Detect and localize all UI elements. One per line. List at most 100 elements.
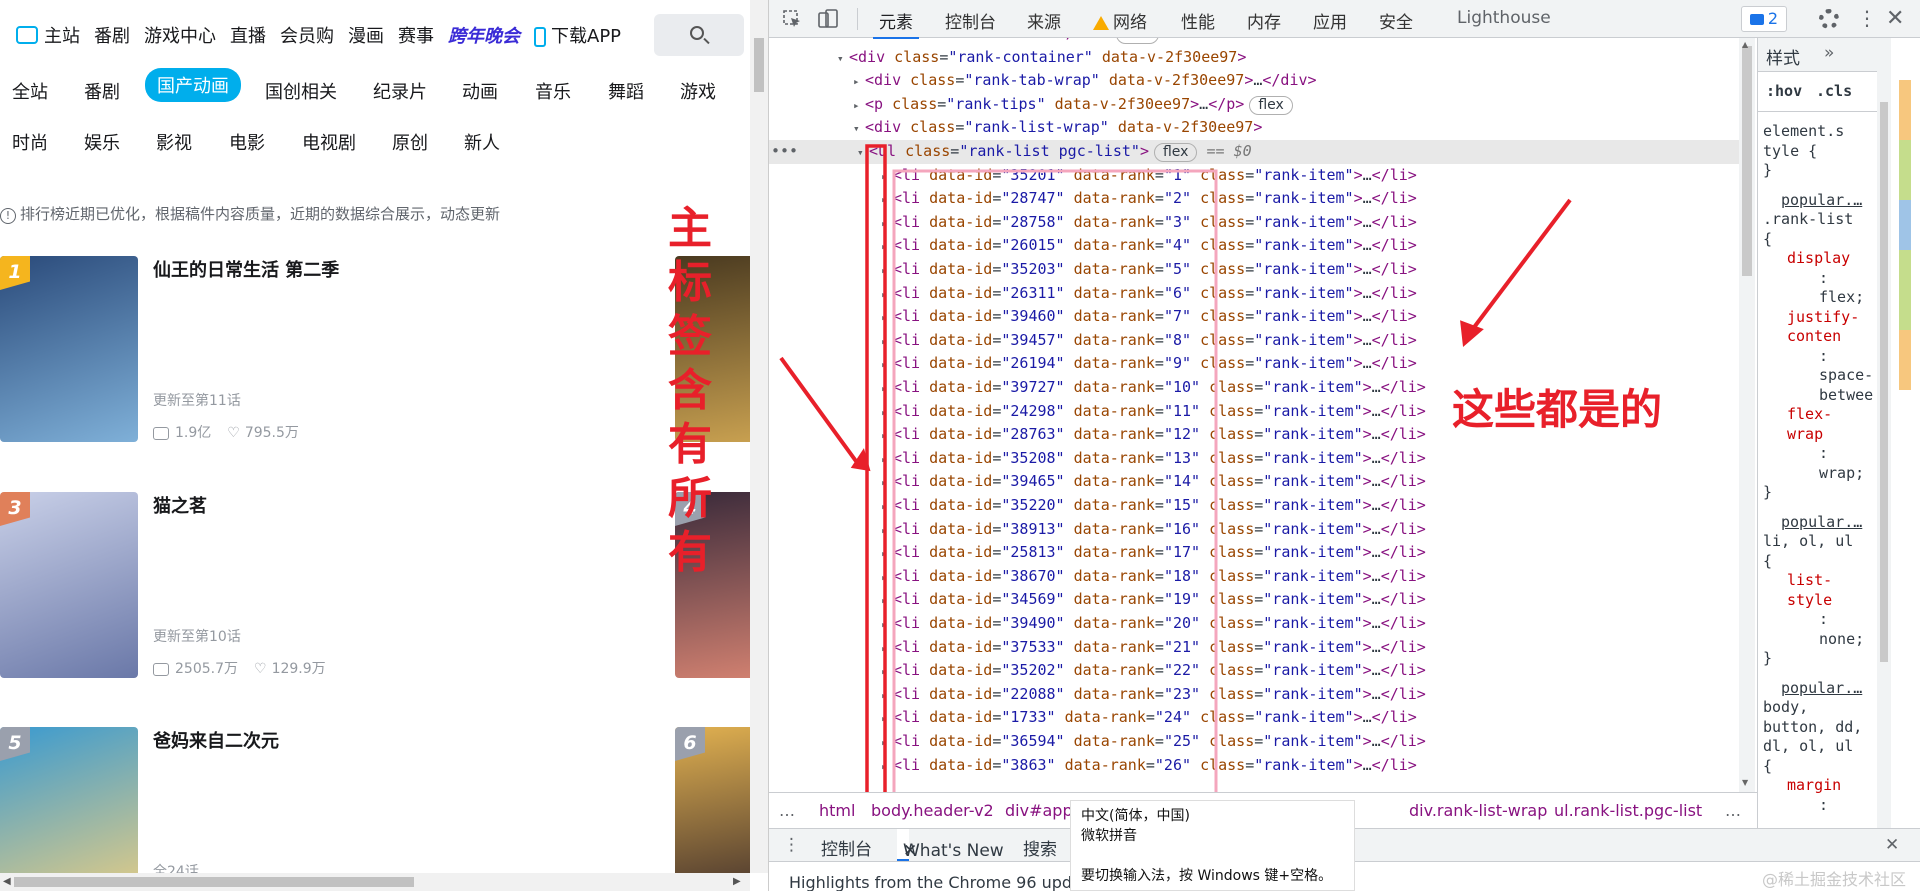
tab-memory[interactable]: 内存 xyxy=(1247,8,1281,33)
nav-live[interactable]: 直播 xyxy=(230,22,266,48)
dom-node[interactable]: ▸ <li data-id="26311" data-rank="6" class… xyxy=(769,282,1739,306)
dom-node[interactable]: ▸ <li data-id="39490" data-rank="20" clas… xyxy=(769,612,1739,636)
inspect-element-icon[interactable] xyxy=(781,8,803,30)
bilibili-tv-icon[interactable] xyxy=(16,26,38,44)
category-tab[interactable]: 全站 xyxy=(12,78,48,104)
expand-toggle-icon[interactable]: ▸ xyxy=(881,377,893,401)
breadcrumb-overflow[interactable]: … xyxy=(1725,801,1741,820)
dom-node[interactable]: ▸ <li data-id="1733" data-rank="24" class… xyxy=(769,706,1739,730)
dom-node[interactable]: ▸ <li data-id="36594" data-rank="25" clas… xyxy=(769,730,1739,754)
dom-node[interactable]: ▸ <li data-id="37533" data-rank="21" clas… xyxy=(769,636,1739,660)
nav-event-logo[interactable]: 跨年晚会 xyxy=(448,22,520,48)
rank-item[interactable]: 5 爸妈来自二次元 全24话 6 xyxy=(0,727,750,891)
expand-toggle-icon[interactable]: ▸ xyxy=(881,212,893,236)
style-line[interactable]: display xyxy=(1787,249,1850,268)
nav-home[interactable]: 主站 xyxy=(44,22,80,48)
rank-title[interactable]: 爸妈来自二次元 xyxy=(153,727,279,753)
dom-node[interactable]: ▾ <div class="rank-list-wrap" data-v-2f30… xyxy=(769,116,1739,140)
scroll-down-icon[interactable]: ▼ xyxy=(1742,778,1748,787)
tab-lighthouse[interactable]: Lighthouse xyxy=(1457,8,1551,28)
close-drawer-icon[interactable]: ✕ xyxy=(1885,835,1899,855)
style-line[interactable]: : xyxy=(1819,610,1828,629)
breadcrumb-item[interactable]: div.rank-list-wrap xyxy=(1409,801,1547,820)
style-line[interactable]: } xyxy=(1763,483,1772,502)
device-toolbar-icon[interactable] xyxy=(817,8,839,30)
expand-toggle-icon[interactable]: ▸ xyxy=(881,235,893,259)
category-tab[interactable]: 电视剧 xyxy=(302,129,356,155)
dom-node[interactable]: ▸ <li data-id="26194" data-rank="9" class… xyxy=(769,352,1739,376)
search-button[interactable] xyxy=(654,14,744,56)
style-line[interactable]: dl, ol, ul xyxy=(1763,737,1853,756)
style-line[interactable]: .rank-list xyxy=(1763,210,1853,229)
category-tab[interactable]: 番剧 xyxy=(84,78,120,104)
dom-node[interactable]: ▸ <li data-id="26015" data-rank="4" class… xyxy=(769,234,1739,258)
breadcrumb-item[interactable]: html xyxy=(819,801,855,820)
drawer-tab-whats-new[interactable]: What's New ✕ xyxy=(897,829,1004,861)
nav-bangumi[interactable]: 番剧 xyxy=(94,22,130,48)
drawer-tab-search[interactable]: 搜索 xyxy=(1023,835,1057,860)
expand-toggle-icon[interactable]: ▸ xyxy=(881,188,893,212)
nav-game-center[interactable]: 游戏中心 xyxy=(144,22,216,48)
category-tab[interactable]: 音乐 xyxy=(535,78,571,104)
style-line[interactable]: element.s xyxy=(1763,122,1844,141)
expand-toggle-icon[interactable]: ▸ xyxy=(881,707,893,731)
dom-node[interactable]: ▸ <li data-id="22088" data-rank="23" clas… xyxy=(769,683,1739,707)
category-tab[interactable]: 游戏 xyxy=(680,78,716,104)
style-line[interactable]: popular.… xyxy=(1781,679,1862,698)
expand-toggle-icon[interactable]: ▸ xyxy=(881,519,893,543)
dom-node-selected[interactable]: ••• ▾ <ul class="rank-list pgc-list"> flex … xyxy=(769,140,1739,164)
scroll-thumb[interactable] xyxy=(14,877,414,887)
style-line[interactable]: tyle { xyxy=(1763,142,1817,161)
tab-styles[interactable]: 样式 xyxy=(1766,44,1800,69)
expand-toggle-icon[interactable]: ▾ xyxy=(857,141,869,165)
style-line[interactable]: space- xyxy=(1819,366,1873,385)
more-tabs-icon[interactable]: » xyxy=(1824,43,1834,63)
style-line[interactable]: } xyxy=(1763,161,1772,180)
expand-toggle-icon[interactable]: ▸ xyxy=(881,165,893,189)
drawer-tab-console[interactable]: 控制台 xyxy=(821,835,872,860)
drawer-menu-icon[interactable]: ⋮ xyxy=(783,835,800,855)
expand-toggle-icon[interactable]: ▸ xyxy=(881,589,893,613)
scroll-thumb[interactable] xyxy=(1880,102,1888,662)
style-line[interactable]: : xyxy=(1819,347,1828,366)
cover-image[interactable]: 3 xyxy=(0,492,138,678)
style-line[interactable]: betwee xyxy=(1819,386,1873,405)
category-tab[interactable]: 时尚 xyxy=(12,129,48,155)
dom-node[interactable]: ▸ <li data-id="35201" data-rank="1" class… xyxy=(769,164,1739,188)
dom-node[interactable]: ▸ <li data-id="39465" data-rank="14" clas… xyxy=(769,470,1739,494)
style-line[interactable]: li, ol, ul xyxy=(1763,532,1853,551)
style-line[interactable]: none; xyxy=(1819,630,1864,649)
elements-scrollbar[interactable]: ▲ ▼ xyxy=(1739,38,1755,792)
hov-toggle[interactable]: :hov xyxy=(1766,82,1802,100)
dom-node[interactable]: ▾ <div class="rank-container" data-v-2f30… xyxy=(769,46,1739,70)
style-line[interactable]: { xyxy=(1763,757,1772,776)
close-icon[interactable]: ✕ xyxy=(1886,6,1904,31)
expand-toggle-icon[interactable]: ▸ xyxy=(881,566,893,590)
rank-item[interactable]: 1 仙王的日常生活 第二季 更新至第11话 1.9亿 ♡ 795.5万 xyxy=(0,256,750,442)
tab-security[interactable]: 安全 xyxy=(1379,8,1413,33)
dom-node[interactable]: ▸ <p class="rank-tips" data-v-2f30ee97>…<… xyxy=(769,93,1739,117)
style-line[interactable]: popular.… xyxy=(1781,191,1862,210)
breadcrumb-overflow[interactable]: … xyxy=(779,801,795,820)
rank-title[interactable]: 仙王的日常生活 第二季 xyxy=(153,256,339,282)
expand-toggle-icon[interactable]: ▸ xyxy=(881,401,893,425)
tab-sources[interactable]: 来源 xyxy=(1027,8,1061,33)
cover-image[interactable]: 6 xyxy=(675,727,750,891)
tab-elements[interactable]: 元素 xyxy=(873,8,919,39)
expand-toggle-icon[interactable]: ▸ xyxy=(881,660,893,684)
category-tab[interactable]: 娱乐 xyxy=(84,129,120,155)
expand-toggle-icon[interactable]: ▸ xyxy=(881,613,893,637)
style-line[interactable]: : xyxy=(1819,796,1828,815)
category-tab[interactable]: 新人 xyxy=(464,129,500,155)
page-horizontal-scrollbar[interactable]: ◀ ▶ xyxy=(0,873,750,891)
cover-image[interactable]: 1 xyxy=(0,256,138,442)
more-options-icon[interactable]: ⋮ xyxy=(1857,8,1877,28)
tab-application[interactable]: 应用 xyxy=(1313,8,1347,33)
expand-toggle-icon[interactable]: ▸ xyxy=(881,353,893,377)
breadcrumb-item[interactable]: body.header-v2 xyxy=(871,801,994,820)
tab-console[interactable]: 控制台 xyxy=(945,8,996,33)
category-tab[interactable]: 动画 xyxy=(462,78,498,104)
expand-toggle-icon[interactable]: ▸ xyxy=(881,684,893,708)
tab-performance[interactable]: 性能 xyxy=(1181,8,1215,33)
expand-toggle-icon[interactable]: ▸ xyxy=(881,448,893,472)
